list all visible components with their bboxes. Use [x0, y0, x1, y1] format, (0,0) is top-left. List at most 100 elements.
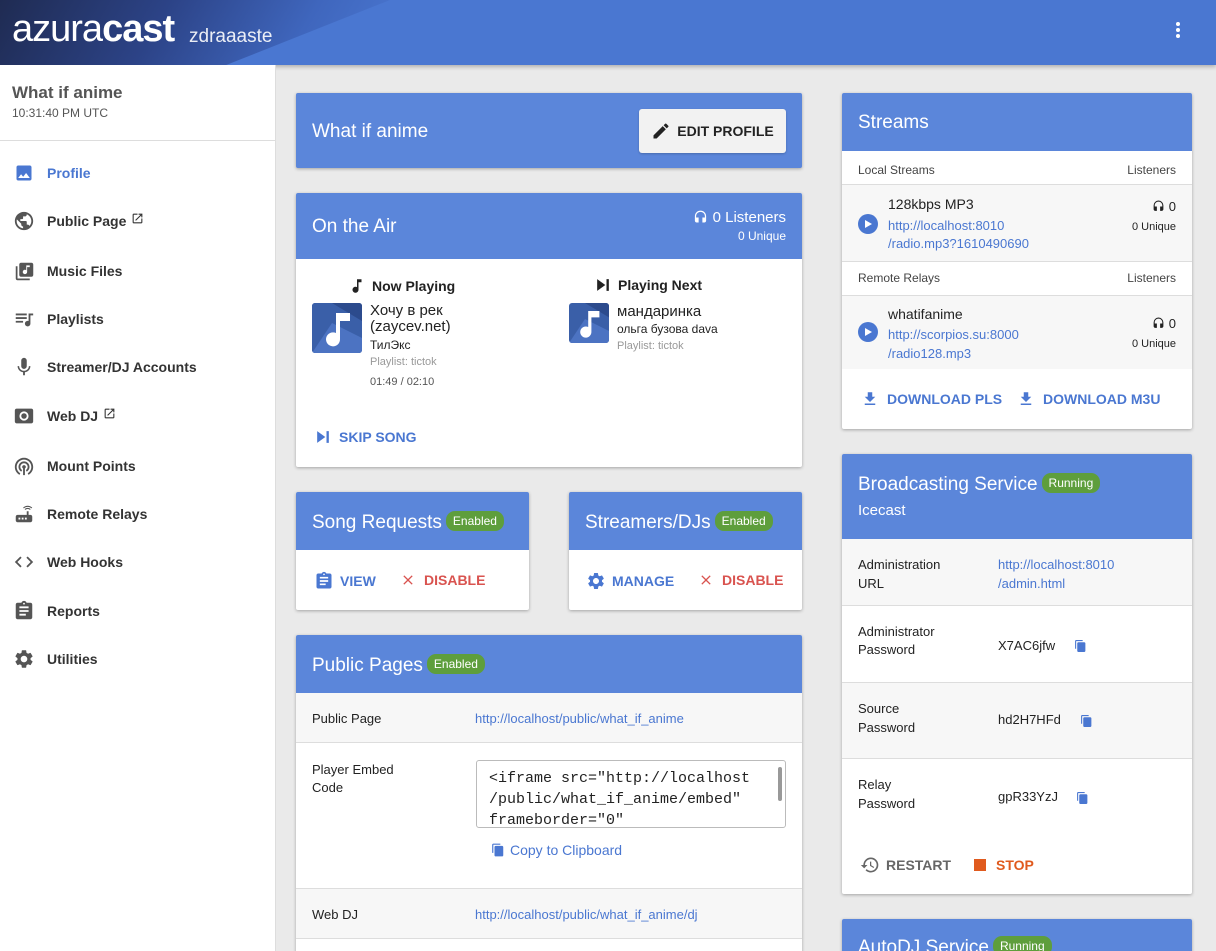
- status-badge: Running: [992, 936, 1052, 951]
- admin-url-link[interactable]: http://localhost:8010 /admin.html: [998, 555, 1114, 593]
- stream-url[interactable]: http://localhost:8010 /radio.mp3?1610490…: [888, 217, 1029, 253]
- public-pages-card: Public Pages Enabled Public Page http://l…: [296, 635, 802, 951]
- broadcasting-title-row: Broadcasting Service Running: [858, 473, 1101, 496]
- public-pages-title: Public Pages: [312, 655, 423, 676]
- stream-name: 128kbps MP3: [888, 196, 974, 212]
- listeners-count: 0 Listeners: [693, 209, 786, 226]
- song-requests-title: Song Requests: [312, 512, 442, 533]
- playing-next-label: Playing Next: [618, 277, 703, 293]
- stream-url-line: http://localhost:8010: [888, 218, 1005, 233]
- autodj-card: AutoDJ Service Running: [842, 919, 1192, 951]
- broadcasting-subtitle: Icecast: [858, 502, 906, 519]
- song-requests-header: Song Requests Enabled: [296, 492, 529, 550]
- copy-icon[interactable]: [1080, 714, 1093, 728]
- now-playing-artist: ТилЭкс: [370, 338, 411, 352]
- podcasts-icon: [13, 455, 35, 477]
- copy-icon[interactable]: [1074, 639, 1087, 653]
- label-line: Password: [858, 796, 916, 811]
- manage-streamers-button[interactable]: MANAGE: [586, 571, 674, 591]
- more-vert-icon[interactable]: [1168, 18, 1188, 42]
- copy-label: Copy to Clipboard: [510, 842, 623, 858]
- relay-url[interactable]: http://scorpios.su:8000 /radio128.mp3: [888, 325, 1019, 363]
- next-album-art: [569, 303, 609, 343]
- restart-icon: [860, 855, 880, 875]
- remote-stream-row: whatifanime http://scorpios.su:8000 /rad…: [842, 296, 1192, 369]
- download-m3u-button[interactable]: DOWNLOAD M3U: [1017, 390, 1160, 408]
- unique-count: 0 Unique: [737, 229, 786, 243]
- disable-requests-button[interactable]: DISABLE: [400, 572, 485, 588]
- embed-code-textarea[interactable]: <iframe src="http://localhost /public/wh…: [476, 760, 786, 828]
- headphones-icon: [1152, 200, 1165, 213]
- station-time: 10:31:40 PM UTC: [12, 106, 109, 120]
- mic-icon: [13, 356, 35, 378]
- embed-label-line: Code: [312, 780, 344, 795]
- sidebar-item-streamer-accounts[interactable]: Streamer/DJ Accounts: [0, 347, 275, 387]
- status-badge: Enabled: [714, 511, 773, 531]
- embed-code-line: <iframe src="http://localhost: [489, 770, 751, 787]
- skip-song-button[interactable]: SKIP SONG: [316, 429, 417, 445]
- play-icon[interactable]: [858, 322, 878, 342]
- listeners-text: 0 Listeners: [712, 209, 786, 226]
- view-requests-button[interactable]: VIEW: [314, 571, 376, 591]
- song-requests-card: Song Requests Enabled VIEW DISABLE: [296, 492, 529, 610]
- router-icon: [13, 503, 35, 525]
- web-dj-link[interactable]: http://localhost/public/what_if_anime/dj: [475, 907, 698, 922]
- sidebar-item-web-dj[interactable]: Web DJ: [0, 396, 275, 436]
- sidebar-item-mount-points[interactable]: Mount Points: [0, 446, 275, 486]
- edit-profile-label: EDIT PROFILE: [677, 123, 774, 139]
- admin-password-row: Administrator Password X7AC6jfw: [842, 606, 1192, 683]
- sidebar-item-public-page[interactable]: Public Page: [0, 201, 275, 241]
- relay-password-label: Relay Password: [858, 775, 915, 813]
- stream-listener-count: 0: [1152, 199, 1176, 214]
- disable-streamers-button[interactable]: DISABLE: [698, 572, 783, 588]
- relay-unique: 0 Unique: [1131, 338, 1176, 350]
- image-icon: [13, 162, 35, 184]
- sidebar-item-label: Music Files: [47, 263, 123, 279]
- logo[interactable]: azuracast: [12, 8, 175, 51]
- public-page-label: Public Page: [312, 711, 382, 726]
- streamers-title: Streamers/DJs: [585, 512, 711, 533]
- public-page-row: Public Page http://localhost/public/what…: [296, 693, 802, 743]
- public-page-link[interactable]: http://localhost/public/what_if_anime: [475, 711, 684, 726]
- station-short-name: zdraaaste: [189, 26, 273, 47]
- open-in-new-icon: [103, 407, 116, 425]
- status-badge: Enabled: [445, 511, 504, 531]
- sidebar-item-web-hooks[interactable]: Web Hooks: [0, 542, 275, 582]
- sidebar-item-label: Public Page: [47, 213, 127, 229]
- copy-icon: [491, 843, 505, 857]
- relay-name: whatifanime: [888, 306, 963, 322]
- sidebar-item-label: Web DJ: [47, 408, 99, 424]
- assignment-icon: [13, 600, 35, 622]
- copy-to-clipboard-button[interactable]: Copy to Clipboard: [491, 842, 622, 858]
- count-text: 0: [1168, 316, 1176, 331]
- download-pls-button[interactable]: DOWNLOAD PLS: [861, 390, 1002, 408]
- sidebar-header: What if anime 10:31:40 PM UTC: [0, 65, 275, 141]
- sidebar-item-music-files[interactable]: Music Files: [0, 251, 275, 291]
- public-pages-title-row: Public Pages Enabled: [312, 654, 485, 677]
- sidebar-item-playlists[interactable]: Playlists: [0, 299, 275, 339]
- relay-password-row: Relay Password gpR33YzJ: [842, 759, 1192, 835]
- label-line: Administrator: [858, 624, 935, 639]
- sidebar-item-reports[interactable]: Reports: [0, 591, 275, 631]
- restart-label: RESTART: [886, 857, 952, 873]
- remote-relays-header: Remote Relays Listeners: [842, 262, 1192, 296]
- sidebar-item-remote-relays[interactable]: Remote Relays: [0, 494, 275, 534]
- library-music-icon: [13, 260, 35, 282]
- edit-profile-button[interactable]: EDIT PROFILE: [639, 109, 786, 153]
- stream-url-line: /radio.mp3?1610490690: [888, 236, 1029, 251]
- sidebar-item-utilities[interactable]: Utilities: [0, 639, 275, 679]
- textarea-scrollbar[interactable]: [778, 767, 782, 801]
- logo-light-text: azura: [12, 8, 103, 50]
- restart-button[interactable]: RESTART: [860, 855, 951, 875]
- play-icon[interactable]: [858, 214, 878, 234]
- source-password-row: Source Password hd2H7HFd: [842, 683, 1192, 759]
- sidebar-item-label: Profile: [47, 165, 91, 181]
- now-playing-title: Хочу в рек (zaycev.net): [370, 302, 451, 335]
- sidebar-item-profile[interactable]: Profile: [0, 153, 275, 193]
- streams-header: Streams: [842, 93, 1192, 151]
- stop-button[interactable]: STOP: [974, 857, 1034, 873]
- copy-icon[interactable]: [1076, 791, 1089, 805]
- now-playing-time: 01:49 / 02:10: [370, 376, 435, 388]
- playing-next-heading: Playing Next: [596, 277, 702, 293]
- logo-bold-text: cast: [102, 8, 175, 50]
